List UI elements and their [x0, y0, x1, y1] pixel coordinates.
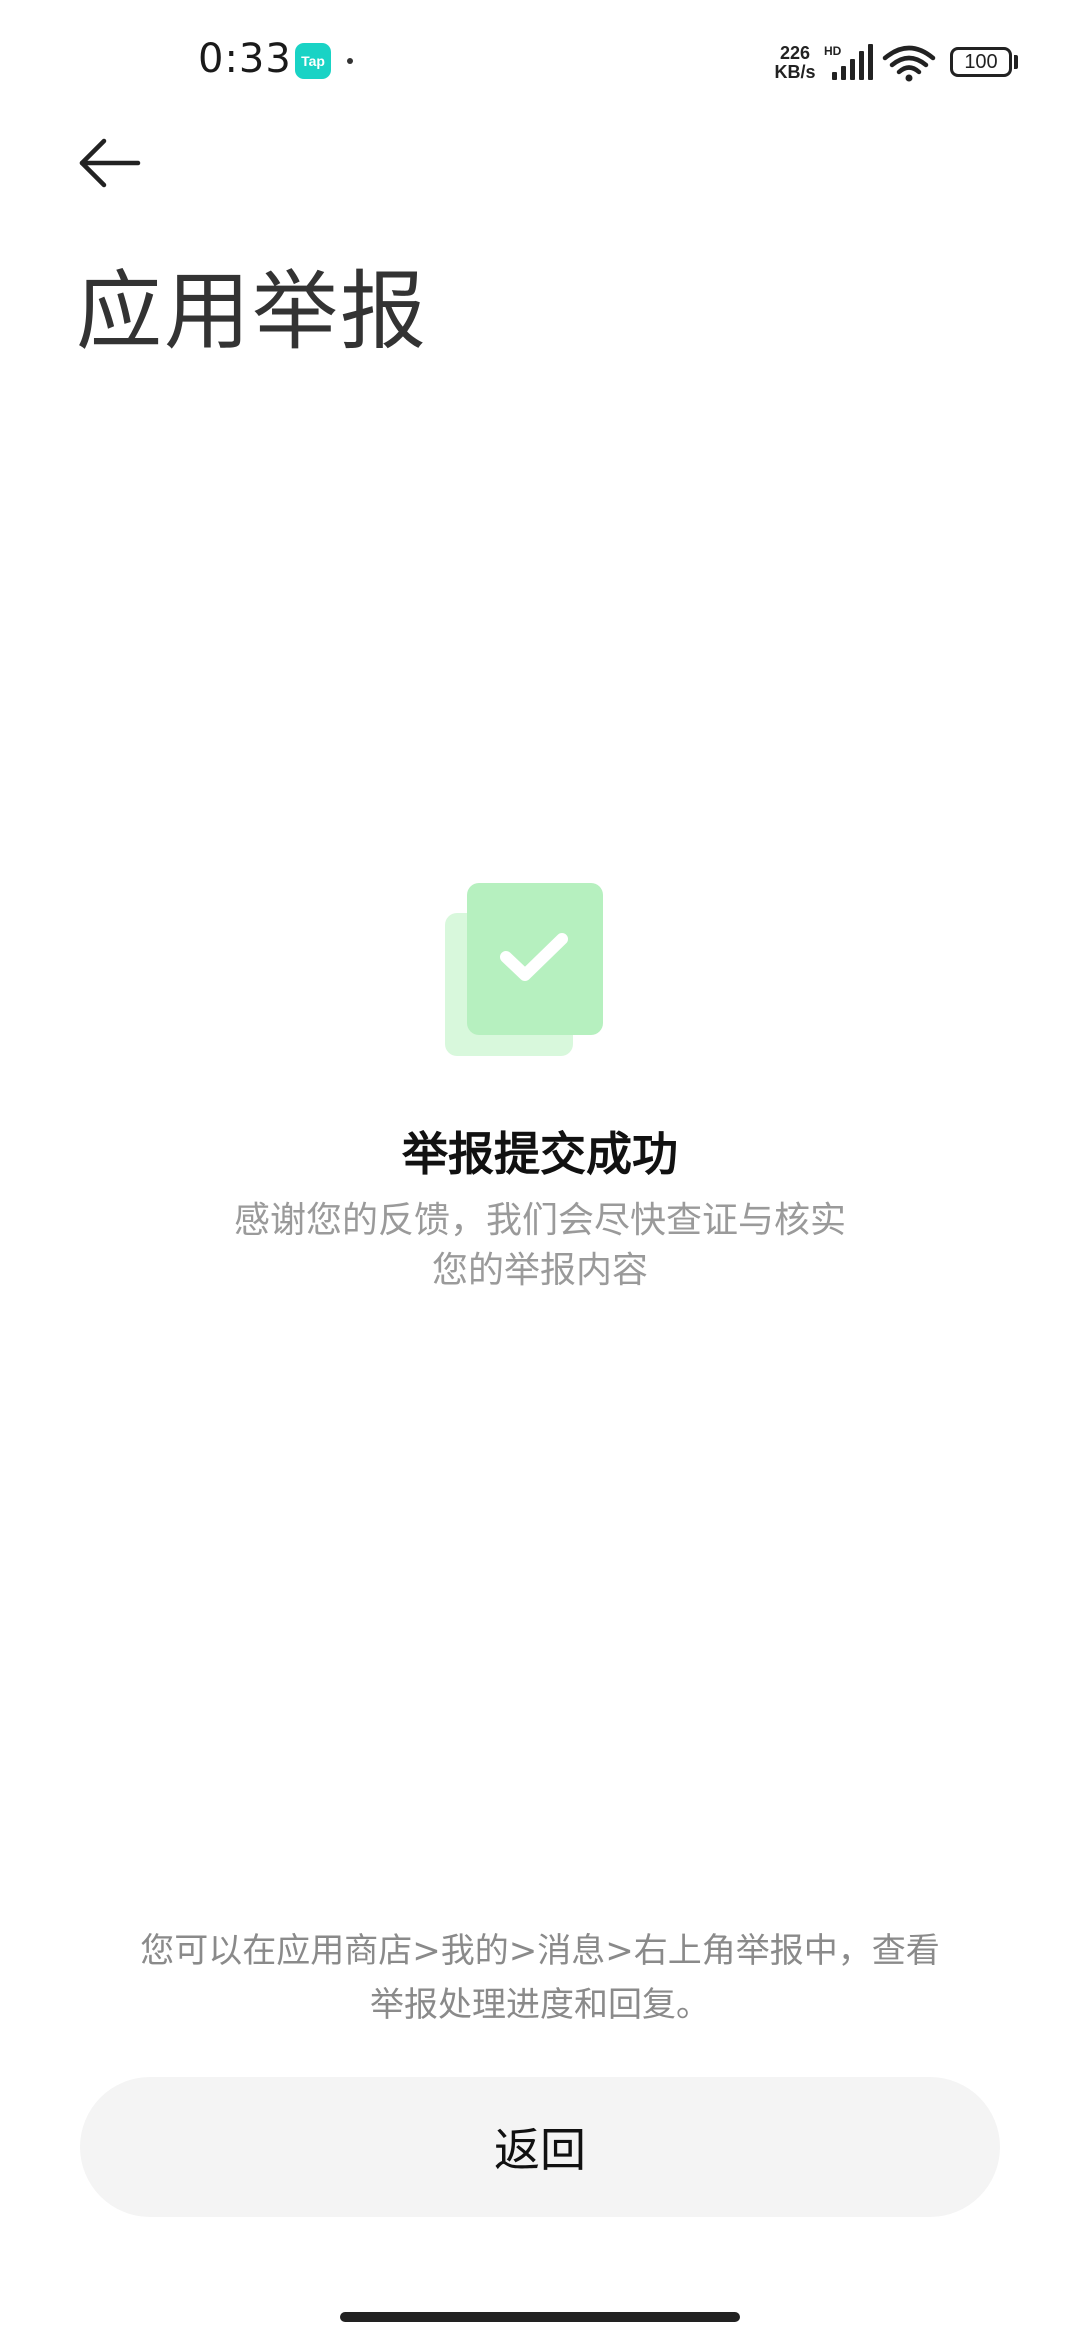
battery-tip	[1014, 55, 1018, 69]
success-description: 感谢您的反馈，我们会尽快查证与核实您的举报内容	[233, 1200, 846, 1291]
network-speed-value: 226	[779, 43, 811, 63]
back-button[interactable]	[68, 130, 148, 200]
arrow-left-icon	[79, 138, 141, 188]
return-button[interactable]: 返回	[80, 2077, 1000, 2217]
wifi-icon	[882, 45, 936, 82]
app-report-success-screen: 0:33 Tap 226 KB/s HD 100 应用举报 举报提交成功 感谢您…	[0, 0, 1080, 2340]
success-title: 举报提交成功	[402, 1127, 678, 1181]
network-speed: 226 KB/s	[770, 44, 820, 82]
success-illustration	[445, 883, 605, 1063]
check-icon	[500, 933, 568, 981]
network-type-label: HD	[824, 44, 842, 58]
notification-dot-icon	[347, 58, 353, 64]
tap-app-icon: Tap	[295, 43, 331, 79]
page-title: 应用举报	[76, 262, 428, 362]
network-speed-unit: KB/s	[774, 62, 816, 82]
home-indicator[interactable]	[340, 2312, 740, 2322]
battery-icon: 100	[950, 47, 1012, 77]
status-bar: 0:33 Tap 226 KB/s HD 100	[0, 0, 1080, 120]
signal-icon: HD	[824, 44, 873, 80]
report-progress-tip: 您可以在应用商店>我的>消息>右上角举报中，查看举报处理进度和回复。	[140, 1931, 940, 2025]
status-time: 0:33	[198, 36, 292, 82]
